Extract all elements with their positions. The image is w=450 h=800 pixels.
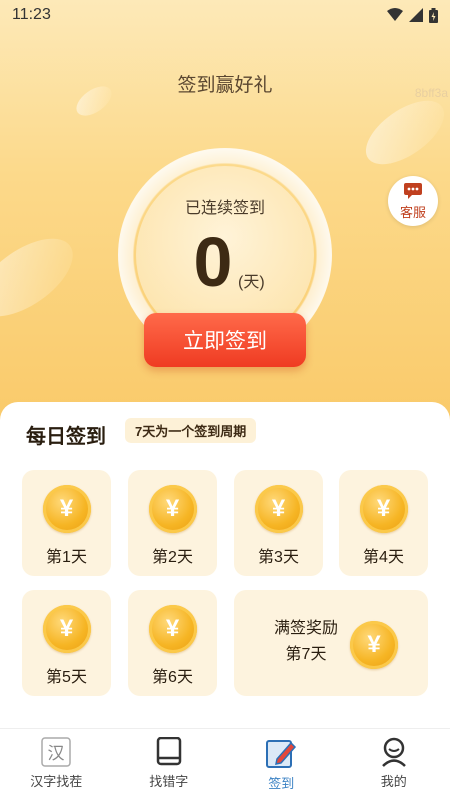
reward-day: 第7天 [285,646,327,663]
pencil-notebook-icon [266,740,297,768]
customer-service-button[interactable]: 客服 [388,176,438,226]
cycle-badge: 7天为一个签到周期 [125,418,257,443]
coin-icon: ¥ [254,485,303,533]
tab-label: 签到 [268,776,295,791]
tab-zhao-cuo-zi[interactable]: 找错字 [113,729,226,800]
svg-text:汉: 汉 [48,744,65,764]
status-time: 11:23 [12,6,51,23]
decor-leaf [0,223,86,332]
day-tile-4[interactable]: ¥ 第4天 [339,470,428,576]
coin-icon: ¥ [42,485,91,533]
tab-label: 我的 [380,774,407,789]
day-tile-6[interactable]: ¥ 第6天 [128,590,217,696]
coin-icon: ¥ [148,485,197,533]
signal-icon [409,8,423,22]
reward-text: 满签奖励 第7天 [256,616,356,668]
coin-icon: ¥ [350,621,398,669]
status-bar: 11:23 [0,0,450,30]
coin-icon: ¥ [148,605,197,653]
check-in-button[interactable]: 立即签到 [144,313,306,367]
streak-unit: (天) [238,274,265,291]
day-tile-1[interactable]: ¥ 第1天 [22,470,111,576]
coin-icon: ¥ [359,485,408,533]
tab-wo-de[interactable]: 我的 [338,729,450,800]
han-character-icon: 汉 [41,737,71,767]
tab-qian-dao[interactable]: 签到 [225,729,338,800]
day-tile-5[interactable]: ¥ 第5天 [22,590,111,696]
bottom-tab-bar: 汉 汉字找茬 找错字 签到 我的 [0,728,450,800]
reward-title: 满签奖励 [273,620,338,637]
chat-bubble-icon [404,182,422,199]
day-tile-2[interactable]: ¥ 第2天 [128,470,217,576]
day-tile-3[interactable]: ¥ 第3天 [234,470,323,576]
book-icon [156,737,181,766]
daily-checkin-title: 每日签到 [26,426,106,448]
day-label: 第4天 [363,549,404,566]
user-icon [381,737,406,767]
coin-icon: ¥ [42,605,91,653]
day-label: 第6天 [152,669,193,686]
page-title: 签到赢好礼 [177,75,273,96]
daily-checkin-card: 每日签到 7天为一个签到周期 ¥ 第1天 ¥ 第2天 ¥ 第3天 ¥ 第4天 ¥… [0,402,450,726]
day-label: 第3天 [258,549,299,566]
tab-han-zi-zhao-cha[interactable]: 汉 汉字找茬 [0,729,113,800]
day-label: 第1天 [46,549,87,566]
day-label: 第2天 [152,549,193,566]
wifi-icon [387,8,403,21]
streak-label: 已连续签到 [184,200,265,217]
battery-icon [429,7,438,23]
day-label: 第5天 [46,669,87,686]
watermark: 8bff3a [414,86,448,100]
decor-leaf [355,88,450,177]
streak-count: 0 [193,223,233,301]
tab-label: 找错字 [149,774,189,789]
day-tile-7-reward[interactable]: 满签奖励 第7天 ¥ [234,590,428,696]
tab-label: 汉字找茬 [30,774,83,789]
customer-service-label: 客服 [399,204,426,220]
